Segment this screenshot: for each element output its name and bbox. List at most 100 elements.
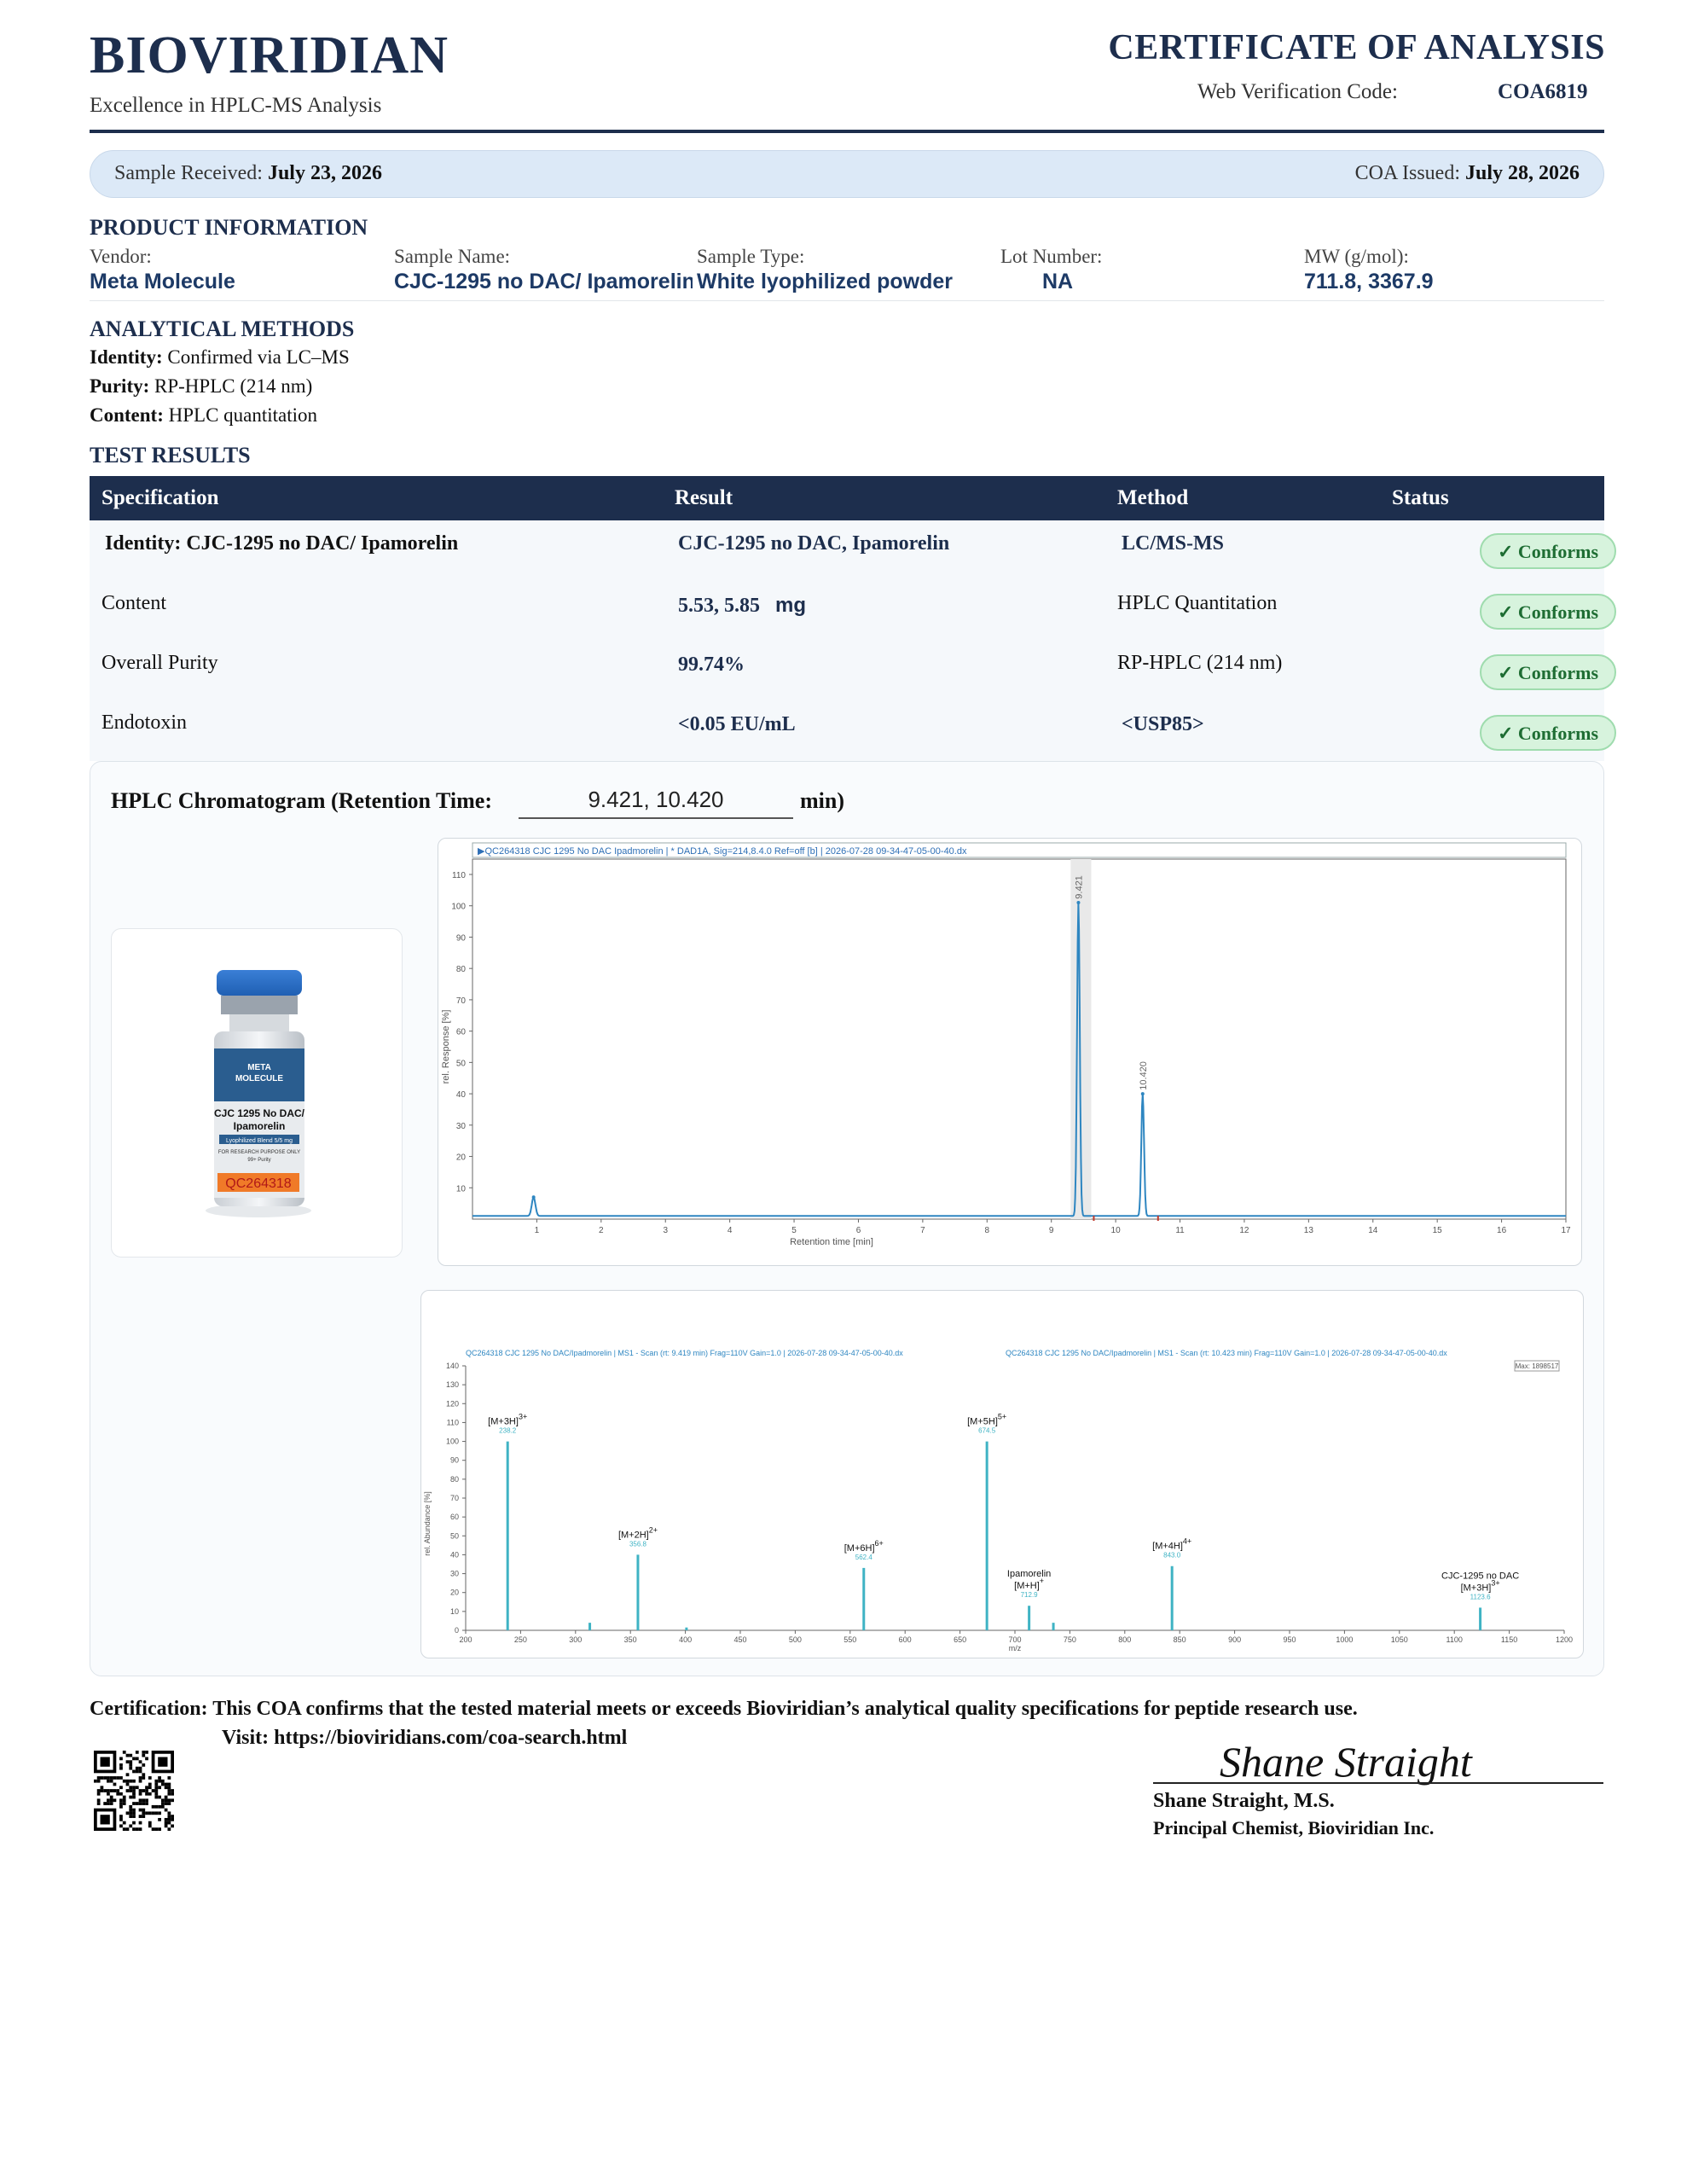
qr-module xyxy=(129,1795,133,1799)
method-identity-value: Confirmed via LC–MS xyxy=(167,346,350,368)
hplc-xtick-label: 7 xyxy=(920,1226,925,1235)
ms-peak-mz-label: 562.4 xyxy=(855,1554,873,1561)
qr-module xyxy=(167,1789,171,1792)
vial-note2: 99+ Purity xyxy=(247,1158,270,1163)
verification-link[interactable]: Visit: https://bioviridians.com/coa-sear… xyxy=(222,1727,627,1750)
qr-module xyxy=(158,1817,161,1821)
qr-module xyxy=(96,1789,101,1792)
qr-module xyxy=(154,1792,159,1796)
ms-xtick-label: 800 xyxy=(1118,1635,1131,1644)
row-identity-result: CJC-1295 no DAC, Ipamorelin xyxy=(678,532,950,555)
qr-module xyxy=(167,1802,171,1805)
hplc-xtick-label: 2 xyxy=(599,1226,604,1235)
qr-module xyxy=(138,1798,142,1803)
results-heading: TEST RESULTS xyxy=(90,443,251,468)
qr-module xyxy=(129,1779,133,1783)
ms-ytick-label: 60 xyxy=(450,1513,459,1521)
hplc-xtick-label: 13 xyxy=(1304,1226,1314,1235)
qr-module xyxy=(100,1786,104,1790)
signatory-name: Shane Straight, M.S. xyxy=(1153,1790,1335,1812)
ms-xtick-label: 200 xyxy=(459,1635,472,1644)
qr-module xyxy=(160,1782,165,1786)
hplc-ytick-label: 60 xyxy=(456,1028,467,1037)
qr-module xyxy=(164,1817,168,1821)
vial-strip: Lyophilized Blend 5/5 mg xyxy=(226,1138,293,1144)
method-purity-value: RP-HPLC (214 nm) xyxy=(154,375,313,397)
qr-module xyxy=(96,1779,101,1783)
qr-module xyxy=(148,1792,152,1796)
qr-module xyxy=(135,1786,139,1790)
qr-module xyxy=(148,1786,152,1790)
certification-text: This COA confirms that the tested materi… xyxy=(212,1698,1358,1720)
qr-module xyxy=(142,1773,146,1777)
row-content-spec: Content xyxy=(101,592,166,614)
qr-module xyxy=(125,1789,130,1792)
qr-module xyxy=(129,1763,133,1767)
qr-module xyxy=(171,1815,174,1818)
vial-note1: FOR RESEARCH PURPOSE ONLY xyxy=(218,1150,300,1155)
qr-module xyxy=(167,1782,171,1786)
qr-module xyxy=(125,1773,130,1777)
ms-peak-ion-label: [M+2H]2+ xyxy=(618,1525,658,1540)
qr-module xyxy=(167,1786,171,1790)
hplc-chart-frame: ▶QC264318 CJC 1295 No DAC Ipadmorelin | … xyxy=(438,838,1582,1266)
qr-module xyxy=(132,1802,136,1805)
vial-brand-line1: META xyxy=(247,1063,271,1072)
product-divider xyxy=(90,300,1604,301)
qr-module xyxy=(122,1751,126,1754)
row-identity-spec: Identity: CJC-1295 no DAC/ Ipamorelin xyxy=(105,532,459,555)
ms-xtick-label: 900 xyxy=(1228,1635,1241,1644)
qr-module xyxy=(96,1792,101,1796)
hplc-xtick-label: 3 xyxy=(663,1226,668,1235)
brand-name: BIOVIRIDIAN xyxy=(90,26,449,84)
qr-module xyxy=(119,1802,123,1805)
row-purity-method: RP-HPLC (214 nm) xyxy=(1117,652,1283,674)
qr-module xyxy=(132,1779,136,1783)
hplc-ytick-label: 30 xyxy=(456,1122,467,1131)
row-endotoxin-method: <USP85> xyxy=(1122,713,1204,735)
hplc-xlabel: Retention time [min] xyxy=(790,1237,873,1247)
hplc-xtick-label: 6 xyxy=(856,1226,861,1235)
qr-module xyxy=(119,1763,123,1767)
hplc-xtick-label: 17 xyxy=(1561,1226,1571,1235)
qr-module xyxy=(167,1817,171,1821)
qr-module xyxy=(171,1789,174,1792)
qr-module xyxy=(113,1789,117,1792)
qr-module xyxy=(167,1821,171,1825)
qr-module xyxy=(132,1811,136,1815)
qr-module xyxy=(158,1779,161,1783)
ms-xtick-label: 1100 xyxy=(1446,1635,1463,1644)
qr-module xyxy=(164,1782,168,1786)
ms-ytick-label: 120 xyxy=(446,1399,459,1408)
qr-module xyxy=(142,1798,146,1803)
qr-module xyxy=(142,1808,146,1812)
hplc-peak-label: 9.421 xyxy=(1074,875,1084,899)
qr-code[interactable] xyxy=(94,1751,174,1831)
qr-module xyxy=(103,1789,107,1792)
qr-module xyxy=(119,1804,123,1809)
hplc-ytick-label: 70 xyxy=(456,996,467,1006)
date-bar: Sample Received: July 23, 2026 COA Issue… xyxy=(90,150,1604,198)
method-content-label: Content: xyxy=(90,404,164,426)
hplc-ytick-label: 20 xyxy=(456,1153,467,1163)
hplc-xtick-label: 10 xyxy=(1111,1226,1122,1235)
ms-ytick-label: 130 xyxy=(446,1380,459,1389)
qr-module xyxy=(116,1792,120,1796)
qr-module xyxy=(158,1795,161,1799)
ms-xtick-label: 650 xyxy=(954,1635,966,1644)
qr-module xyxy=(160,1798,165,1803)
qr-module xyxy=(122,1821,126,1825)
col-result: Result xyxy=(675,486,733,509)
hplc-trace xyxy=(472,903,1566,1217)
ms-peak-mz-label: 712.9 xyxy=(1021,1591,1039,1599)
ms-ytick-label: 80 xyxy=(450,1475,459,1484)
qr-module xyxy=(129,1815,133,1818)
qr-module xyxy=(148,1811,152,1815)
qr-module xyxy=(164,1824,168,1828)
hplc-xtick-label: 1 xyxy=(535,1226,540,1235)
lot-sticker-text: QC264318 xyxy=(225,1176,291,1191)
verification-label: Web Verification Code: xyxy=(1197,80,1398,103)
vial-name-line1: CJC 1295 No DAC/ xyxy=(214,1107,305,1119)
qr-module xyxy=(132,1827,136,1831)
qr-module xyxy=(109,1798,113,1803)
